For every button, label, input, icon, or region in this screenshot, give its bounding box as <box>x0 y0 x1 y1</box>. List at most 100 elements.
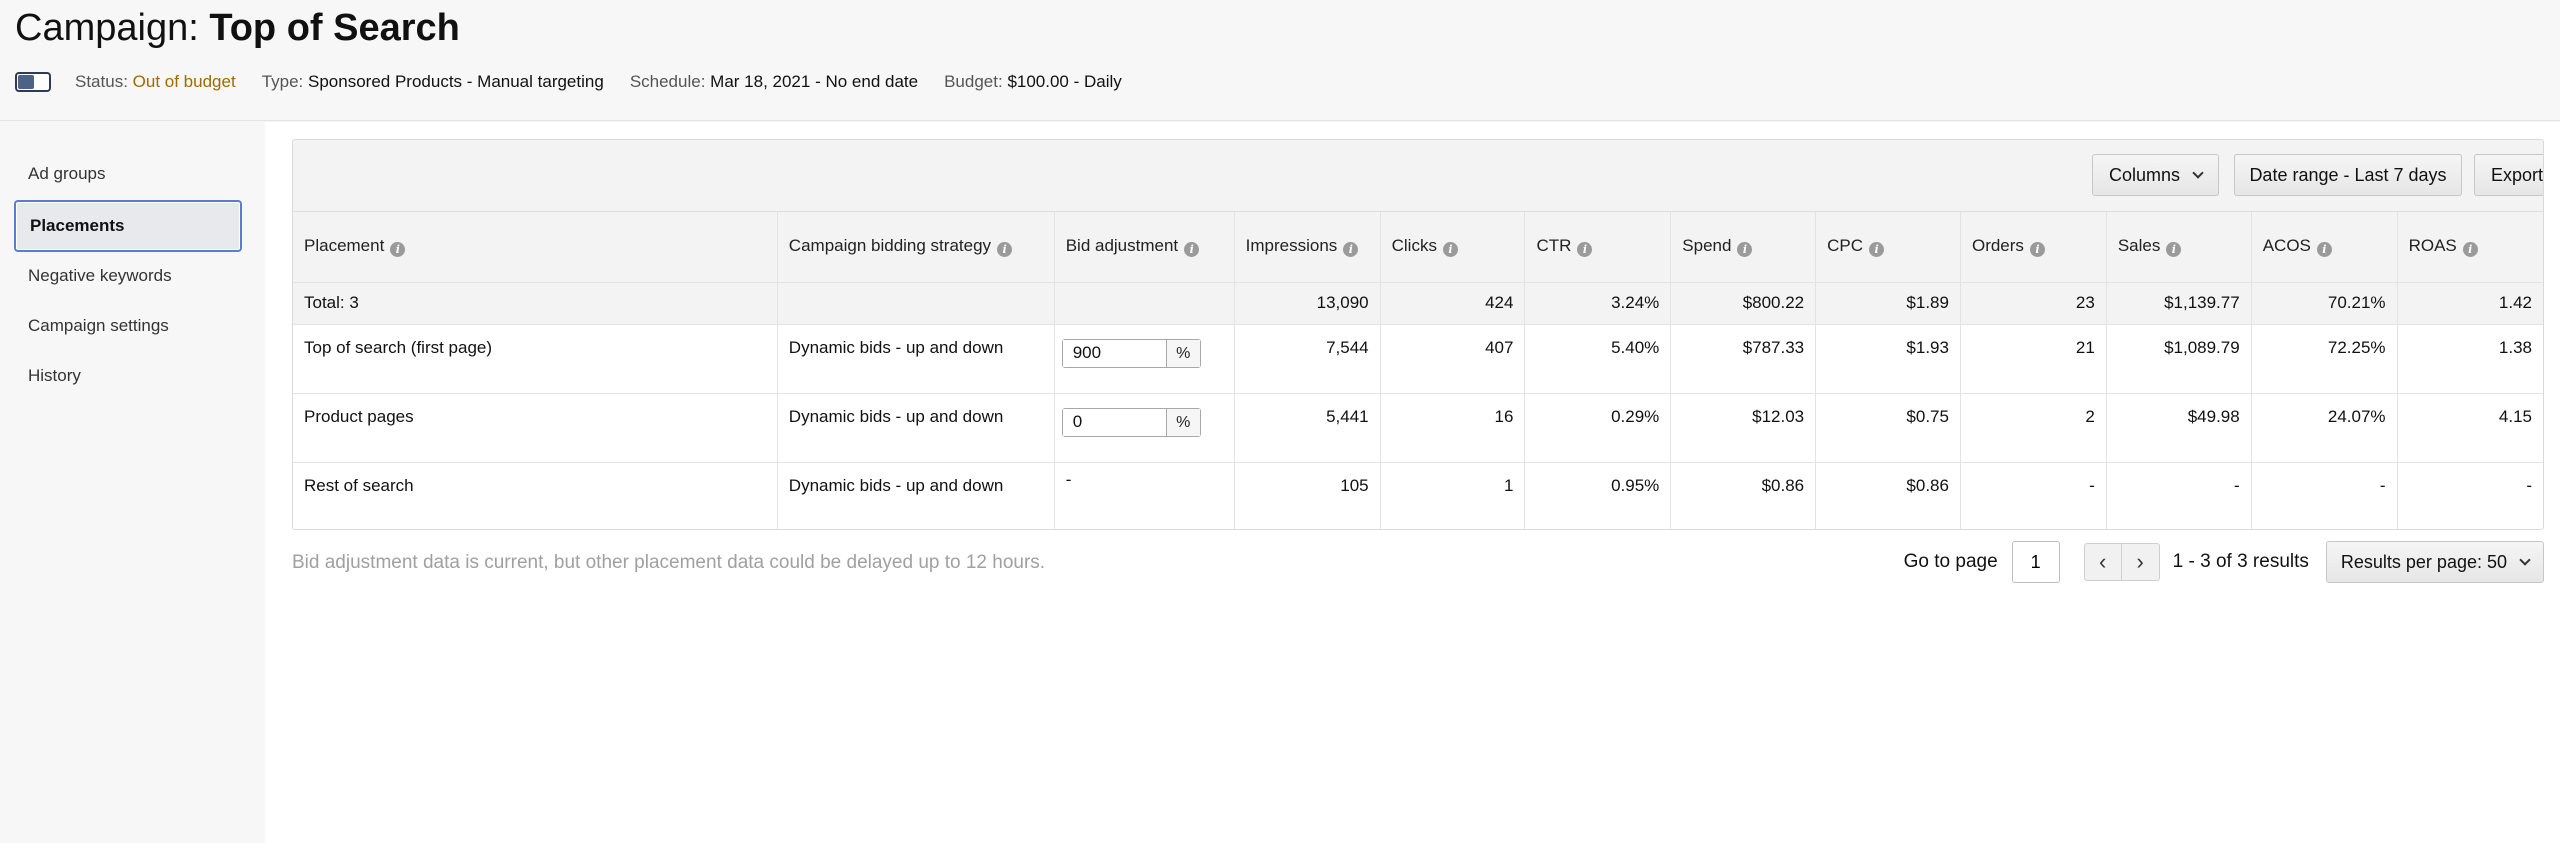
info-icon[interactable]: i <box>1737 242 1753 258</box>
status-info: Status: Out of budget <box>75 72 236 92</box>
data-delay-note: Bid adjustment data is current, but othe… <box>292 552 1046 573</box>
type-info: Type: Sponsored Products - Manual target… <box>262 72 604 92</box>
info-icon[interactable]: i <box>1577 242 1593 258</box>
bid-adjustment-field: % <box>1061 407 1201 437</box>
cell-acos: - <box>2251 462 2398 529</box>
cell-impressions: 5,441 <box>1234 393 1381 463</box>
cell-spend: $787.33 <box>1670 324 1817 394</box>
page-title: Campaign: Top of Search <box>15 4 460 52</box>
info-icon[interactable]: i <box>997 242 1013 258</box>
header-bidding-strategy[interactable]: Campaign bidding strategy i <box>777 212 1055 283</box>
header-acos[interactable]: ACOS i <box>2251 212 2398 283</box>
chevron-down-icon <box>2519 554 2531 566</box>
date-range-button[interactable]: Date range - Last 7 days <box>2234 154 2462 196</box>
header-cpc[interactable]: CPC i <box>1815 212 1961 283</box>
bid-adjustment-input[interactable] <box>1062 339 1167 367</box>
header-placement[interactable]: Placement i <box>293 212 778 283</box>
cell-impressions: 7,544 <box>1234 324 1381 394</box>
campaign-header: Campaign: Top of Search Status: Out of b… <box>0 0 2560 121</box>
schedule-value: Mar 18, 2021 - No end date <box>710 72 919 91</box>
sidebar-item-history[interactable]: History <box>28 366 81 386</box>
sidebar-item-negative-keywords[interactable]: Negative keywords <box>28 266 172 286</box>
cell-clicks: 16 <box>1380 393 1526 463</box>
header-sales[interactable]: Sales i <box>2106 212 2252 283</box>
header-label: Spend <box>1682 236 1732 256</box>
cell-strategy: Dynamic bids - up and down <box>777 393 1055 463</box>
header-label: CTR <box>1536 236 1572 256</box>
cell-bid: % <box>1054 324 1235 394</box>
cell-acos: 24.07% <box>2251 393 2398 463</box>
info-icon[interactable]: i <box>2166 242 2182 258</box>
header-clicks[interactable]: Clicks i <box>1380 212 1526 283</box>
info-icon[interactable]: i <box>2029 242 2045 258</box>
cell-sales: $1,089.79 <box>2106 324 2252 394</box>
toggle-knob <box>18 75 34 89</box>
cell-roas: - <box>2397 462 2543 529</box>
total-clicks: 424 <box>1380 282 1526 325</box>
page-number-input[interactable] <box>2011 541 2060 583</box>
header-label: Bid adjustment <box>1065 236 1179 256</box>
table-total-row: Total: 3 13,090 424 3.24% $800.22 $1.89 … <box>293 282 2543 325</box>
info-icon[interactable]: i <box>390 242 406 258</box>
cell-ctr: 5.40% <box>1524 324 1672 394</box>
header-ctr[interactable]: CTR i <box>1524 212 1672 283</box>
columns-label: Columns <box>2108 165 2181 185</box>
header-orders[interactable]: Orders i <box>1960 212 2107 283</box>
info-icon[interactable]: i <box>1442 242 1458 258</box>
chevron-down-icon <box>2192 167 2204 179</box>
header-spend[interactable]: Spend i <box>1670 212 1817 283</box>
info-icon[interactable]: i <box>2316 242 2332 258</box>
goto-page-label: Go to page <box>1903 551 1998 572</box>
total-ctr: 3.24% <box>1524 282 1672 325</box>
sidebar-item-ad-groups[interactable]: Ad groups <box>28 164 106 184</box>
cell-orders: 21 <box>1960 324 2107 394</box>
header-label: Placement <box>304 236 385 256</box>
budget-label: Budget: <box>944 72 1003 91</box>
cell-cpc: $1.93 <box>1815 324 1961 394</box>
total-bid <box>1054 282 1235 325</box>
total-acos: 70.21% <box>2251 282 2398 325</box>
total-cpc: $1.89 <box>1815 282 1961 325</box>
info-icon[interactable]: i <box>1343 242 1359 258</box>
cell-roas: 1.38 <box>2397 324 2543 394</box>
sidebar-item-campaign-settings[interactable]: Campaign settings <box>28 316 169 336</box>
campaign-name: Top of Search <box>209 7 460 49</box>
info-icon[interactable]: i <box>2462 242 2478 258</box>
schedule-label: Schedule: <box>629 72 706 91</box>
total-roas: 1.42 <box>2397 282 2543 325</box>
type-label: Type: <box>261 72 304 91</box>
campaign-toggle[interactable] <box>15 72 51 92</box>
cell-bid: - <box>1054 462 1235 529</box>
cell-cpc: $0.75 <box>1815 393 1961 463</box>
total-orders: 23 <box>1960 282 2107 325</box>
results-per-page-dropdown[interactable]: Results per page: 50 <box>2325 541 2544 583</box>
chevron-left-icon: ‹ <box>2098 549 2107 574</box>
header-impressions[interactable]: Impressions i <box>1234 212 1381 283</box>
results-count: 1 - 3 of 3 results <box>2172 551 2309 572</box>
cell-sales: $49.98 <box>2106 393 2252 463</box>
bid-adjustment-input[interactable] <box>1062 408 1167 436</box>
title-prefix: Campaign: <box>15 7 210 49</box>
sidebar-item-placements[interactable]: Placements <box>14 200 242 252</box>
header-label: Impressions <box>1245 236 1338 256</box>
header-label: ACOS <box>2262 236 2311 256</box>
header-roas[interactable]: ROAS i <box>2397 212 2543 283</box>
cell-impressions: 105 <box>1234 462 1381 529</box>
table-toolbar: Columns Date range - Last 7 days Export <box>293 140 2543 212</box>
info-icon[interactable]: i <box>1184 242 1200 258</box>
cell-strategy: Dynamic bids - up and down <box>777 462 1055 529</box>
export-button[interactable]: Export <box>2474 154 2543 196</box>
total-spend: $800.22 <box>1670 282 1817 325</box>
percent-suffix: % <box>1166 339 1200 367</box>
budget-info: Budget: $100.00 - Daily <box>944 72 1122 92</box>
cell-cpc: $0.86 <box>1815 462 1961 529</box>
cell-bid: % <box>1054 393 1235 463</box>
info-icon[interactable]: i <box>1869 242 1885 258</box>
next-page-button[interactable]: › <box>2121 543 2160 581</box>
prev-page-button[interactable]: ‹ <box>2083 543 2122 581</box>
header-label: CPC <box>1827 236 1864 256</box>
cell-acos: 72.25% <box>2251 324 2398 394</box>
header-bid-adjustment[interactable]: Bid adjustment i <box>1054 212 1235 283</box>
chevron-right-icon: › <box>2136 549 2144 574</box>
columns-button[interactable]: Columns <box>2092 154 2219 196</box>
